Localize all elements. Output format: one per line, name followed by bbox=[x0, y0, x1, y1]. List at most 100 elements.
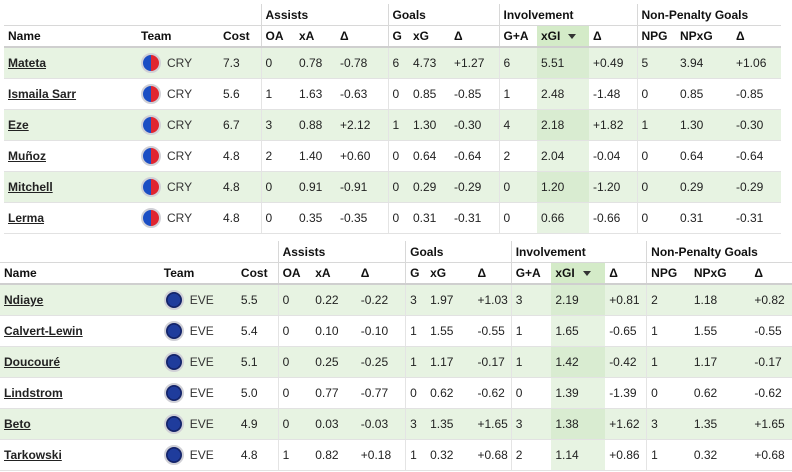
player-name-cell: Lindstrom bbox=[0, 377, 160, 409]
table-row: Mateta CRY 7.3 0 0.78 -0.78 6 4.73 +1.27 6 5.51 +0.… bbox=[4, 47, 781, 79]
g-cell: 1 bbox=[405, 346, 427, 378]
involvement-delta-cell: -0.04 bbox=[589, 140, 637, 172]
column-header-team[interactable]: Team bbox=[159, 262, 237, 285]
group-header-goals: Goals bbox=[387, 4, 499, 26]
column-header-involvement-delta[interactable]: Δ bbox=[589, 25, 637, 48]
npg-cell: 0 bbox=[636, 78, 676, 110]
column-header-name[interactable]: Name bbox=[0, 262, 160, 285]
player-name-cell: Doucouré bbox=[0, 346, 160, 378]
group-header-involvement: Involvement bbox=[510, 241, 647, 263]
g-cell: 3 bbox=[405, 408, 427, 440]
column-header-xg[interactable]: xG bbox=[426, 262, 474, 285]
column-header-npg-delta[interactable]: Δ bbox=[732, 25, 781, 48]
xa-cell: 0.91 bbox=[295, 171, 336, 203]
player-name-link[interactable]: Calvert-Lewin bbox=[4, 324, 83, 338]
npg-cell: 2 bbox=[646, 284, 690, 316]
cost-cell: 5.1 bbox=[236, 346, 279, 378]
player-name-link[interactable]: Ndiaye bbox=[4, 293, 43, 307]
table-row: Ismaila Sarr CRY 5.6 1 1.63 -0.63 0 0.85 -0.85 1 2… bbox=[4, 78, 781, 110]
group-header-assists: Assists bbox=[277, 241, 406, 263]
column-header-involvement-delta[interactable]: Δ bbox=[605, 262, 647, 285]
g-plus-a-cell: 0 bbox=[498, 202, 537, 234]
player-name-link[interactable]: Mateta bbox=[8, 56, 46, 70]
player-name-link[interactable]: Mitchell bbox=[8, 180, 53, 194]
table-row: Doucouré EVE 5.1 0 0.25 -0.25 1 1.17 -0.17 1 1.42-… bbox=[0, 346, 792, 378]
player-name-link[interactable]: Tarkowski bbox=[4, 448, 62, 462]
column-header-name[interactable]: Name bbox=[4, 25, 137, 48]
column-header-g-plus-a[interactable]: G+A bbox=[498, 25, 537, 48]
column-header-row: Name Team Cost OA xA Δ GxG Δ G+A xGI Δ NPG NPxG Δ bbox=[4, 25, 781, 48]
cost-cell: 7.3 bbox=[219, 47, 261, 79]
g-plus-a-cell: 0 bbox=[498, 171, 537, 203]
column-header-label: OA bbox=[282, 266, 301, 280]
cost-cell: 5.4 bbox=[236, 315, 279, 347]
player-name-cell: Eze bbox=[4, 109, 137, 141]
npg-cell: 1 bbox=[646, 346, 690, 378]
assists-delta-cell: -0.78 bbox=[336, 47, 388, 79]
column-header-g[interactable]: G bbox=[405, 262, 427, 285]
column-header-label: xG bbox=[430, 266, 447, 280]
column-header-xa[interactable]: xA bbox=[295, 25, 336, 48]
g-cell: 0 bbox=[387, 78, 409, 110]
column-header-xa[interactable]: xA bbox=[311, 262, 357, 285]
xgi-cell: 2.48 bbox=[537, 78, 589, 110]
assists-delta-cell: -0.10 bbox=[356, 315, 406, 347]
npxg-cell: 0.64 bbox=[676, 140, 732, 172]
team-code: EVE bbox=[189, 448, 214, 462]
player-name-link[interactable]: Doucouré bbox=[4, 355, 60, 369]
player-name-link[interactable]: Lerma bbox=[8, 211, 44, 225]
column-header-npg[interactable]: NPG bbox=[646, 262, 690, 285]
column-header-npg[interactable]: NPG bbox=[636, 25, 676, 48]
column-header-goals-delta[interactable]: Δ bbox=[450, 25, 499, 48]
player-name-cell: Mitchell bbox=[4, 171, 137, 203]
column-header-cost[interactable]: Cost bbox=[236, 262, 279, 285]
team-code: CRY bbox=[167, 149, 193, 163]
column-header-label: Δ bbox=[593, 29, 602, 43]
xa-cell: 0.35 bbox=[295, 202, 336, 234]
column-header-g[interactable]: G bbox=[387, 25, 409, 48]
team-info: EVE bbox=[163, 321, 237, 341]
player-name-link[interactable]: Ismaila Sarr bbox=[8, 87, 76, 101]
g-plus-a-cell: 1 bbox=[510, 346, 552, 378]
team-code: CRY bbox=[167, 56, 193, 70]
column-header-label: OA bbox=[265, 29, 284, 43]
column-header-assists-delta[interactable]: Δ bbox=[356, 262, 406, 285]
column-header-label: xGI bbox=[555, 266, 575, 280]
column-header-npxg[interactable]: NPxG bbox=[689, 262, 751, 285]
team-info: CRY bbox=[141, 115, 219, 135]
g-cell: 0 bbox=[387, 140, 409, 172]
column-header-oa[interactable]: OA bbox=[277, 262, 312, 285]
cost-cell: 4.8 bbox=[219, 202, 261, 234]
xgi-cell: 2.18 bbox=[537, 109, 589, 141]
column-header-assists-delta[interactable]: Δ bbox=[336, 25, 388, 48]
xg-cell: 0.29 bbox=[409, 171, 450, 203]
team-cell: CRY bbox=[137, 140, 219, 172]
involvement-delta-cell: -1.20 bbox=[589, 171, 637, 203]
column-header-npxg[interactable]: NPxG bbox=[676, 25, 732, 48]
player-name-link[interactable]: Eze bbox=[8, 118, 29, 132]
g-plus-a-cell: 6 bbox=[498, 47, 537, 79]
assists-delta-cell: -0.25 bbox=[356, 346, 406, 378]
player-name-link[interactable]: Lindstrom bbox=[4, 386, 63, 400]
player-name-link[interactable]: Beto bbox=[4, 417, 31, 431]
column-header-oa[interactable]: OA bbox=[260, 25, 295, 48]
column-header-g-plus-a[interactable]: G+A bbox=[510, 262, 552, 285]
team-code: EVE bbox=[189, 355, 214, 369]
g-plus-a-cell: 1 bbox=[498, 78, 537, 110]
column-header-team[interactable]: Team bbox=[137, 25, 219, 48]
xgi-cell: 1.14 bbox=[551, 439, 606, 471]
column-header-xgi[interactable]: xGI bbox=[551, 262, 606, 285]
oa-cell: 0 bbox=[260, 171, 295, 203]
xa-cell: 0.77 bbox=[311, 377, 357, 409]
column-header-goals-delta[interactable]: Δ bbox=[473, 262, 512, 285]
player-name-link[interactable]: Muñoz bbox=[8, 149, 46, 163]
npg-cell: 0 bbox=[636, 140, 676, 172]
sort-desc-caret-icon bbox=[582, 271, 591, 277]
everton-crest-icon bbox=[163, 290, 184, 310]
column-header-cost[interactable]: Cost bbox=[219, 25, 261, 48]
column-header-xg[interactable]: xG bbox=[409, 25, 450, 48]
column-header-xgi[interactable]: xGI bbox=[537, 25, 589, 48]
team-code: EVE bbox=[189, 417, 214, 431]
g-cell: 3 bbox=[405, 284, 427, 316]
column-header-npg-delta[interactable]: Δ bbox=[750, 262, 792, 285]
